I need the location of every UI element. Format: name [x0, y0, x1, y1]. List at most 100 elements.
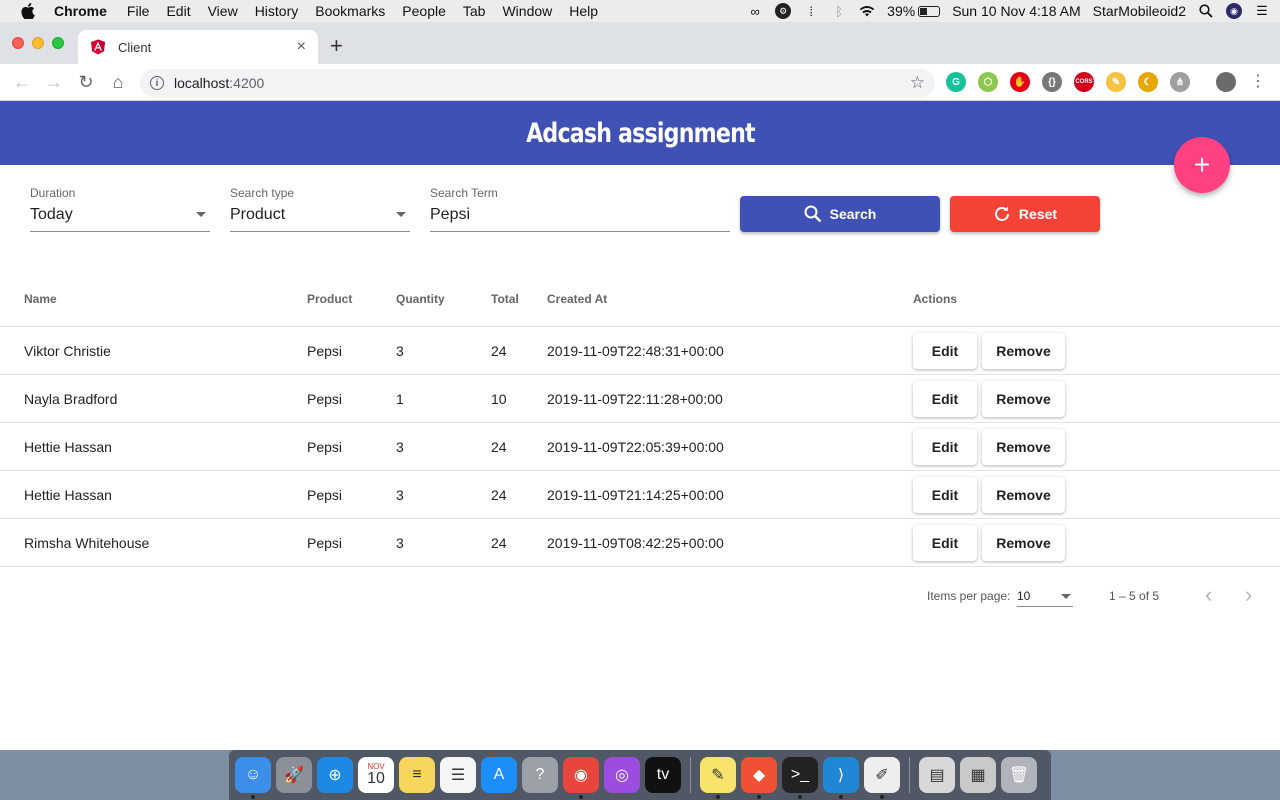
search-button[interactable]: Search: [740, 196, 940, 232]
grammarly-extension-icon[interactable]: G: [946, 72, 966, 92]
search-term-input[interactable]: Search Term Pepsi: [430, 185, 730, 232]
grid-status-icon[interactable]: ⁞: [803, 3, 819, 19]
bookmark-star-icon[interactable]: ☆: [910, 73, 925, 93]
cell-quantity: 1: [396, 391, 404, 407]
menu-app-name[interactable]: Chrome: [54, 3, 107, 19]
close-tab-icon[interactable]: ×: [297, 38, 306, 56]
menu-help[interactable]: Help: [569, 3, 598, 19]
launchpad-dock-icon[interactable]: 🚀: [276, 757, 312, 793]
remove-button[interactable]: Remove: [982, 333, 1065, 369]
calendar-dock-icon[interactable]: NOV 10: [358, 757, 394, 793]
notes-dock-icon[interactable]: ≡: [399, 757, 435, 793]
menu-bookmarks[interactable]: Bookmarks: [315, 3, 385, 19]
table-row: Nayla Bradford Pepsi 1 10 2019-11-09T22:11:2…: [0, 375, 1280, 423]
adblock-extension-icon[interactable]: ✋: [1010, 72, 1030, 92]
new-tab-button[interactable]: +: [330, 35, 343, 57]
siri-icon[interactable]: ◉: [1226, 3, 1242, 19]
menu-view[interactable]: View: [208, 3, 238, 19]
dock-separator: [690, 757, 691, 793]
finder-dock-icon[interactable]: ☺: [235, 757, 271, 799]
remove-button[interactable]: Remove: [982, 477, 1065, 513]
running-indicator: [757, 795, 761, 799]
downloads-dock-icon[interactable]: ▦: [960, 757, 996, 793]
search-term-value[interactable]: Pepsi: [430, 206, 730, 224]
menu-file[interactable]: File: [127, 3, 150, 19]
menu-user-name[interactable]: StarMobileoid2: [1093, 3, 1186, 19]
menu-tab[interactable]: Tab: [463, 3, 486, 19]
menu-clock[interactable]: Sun 10 Nov 4:18 AM: [952, 3, 1080, 19]
vscode-dock-icon[interactable]: ⟩: [823, 757, 859, 799]
documents-dock-icon[interactable]: ▤: [919, 757, 955, 793]
bluetooth-icon[interactable]: ᛒ: [831, 3, 847, 19]
items-per-page-dropdown-arrow-icon: [1061, 594, 1071, 599]
macos-dock: ☺ 🚀 ⊕ NOV 10 ≡ ☰ A? ◉ ◎ tv ✎ ◆ >_ ⟩ ✐ ▤ ▦ 🗑: [229, 750, 1051, 800]
menu-window[interactable]: Window: [502, 3, 552, 19]
cell-name: Rimsha Whitehouse: [24, 535, 150, 551]
previous-page-chevron-icon[interactable]: ‹: [1205, 583, 1212, 607]
status-icon[interactable]: ⚙: [775, 3, 792, 19]
menu-history[interactable]: History: [255, 3, 299, 19]
menu-people[interactable]: People: [402, 3, 446, 19]
trash-dock-icon[interactable]: 🗑: [1001, 757, 1037, 793]
git-dock-icon[interactable]: ◆: [741, 757, 777, 799]
spotlight-search-icon[interactable]: [1198, 3, 1214, 19]
podcasts-dock-icon[interactable]: ◎: [604, 757, 640, 793]
close-window-button[interactable]: [12, 37, 24, 49]
app-store-dock-icon[interactable]: A: [481, 757, 517, 793]
zoom-window-button[interactable]: [52, 37, 64, 49]
textedit-dock-icon[interactable]: ✐: [864, 757, 900, 799]
duration-dropdown-arrow-icon: [196, 212, 206, 217]
cell-name: Hettie Hassan: [24, 487, 112, 503]
tree-extension-icon[interactable]: ⋔: [1170, 72, 1190, 92]
duration-select[interactable]: Duration Today: [30, 185, 210, 232]
node-extension-icon[interactable]: ⬡: [978, 72, 998, 92]
sticky-note-extension-icon[interactable]: ✎: [1106, 72, 1126, 92]
home-icon[interactable]: ⌂: [108, 72, 128, 92]
cors-extension-icon[interactable]: CORS: [1074, 72, 1094, 92]
json-extension-icon[interactable]: {}: [1042, 72, 1062, 92]
items-per-page-select[interactable]: 10: [1017, 583, 1073, 607]
forward-arrow-icon[interactable]: →: [44, 72, 64, 92]
search-type-select[interactable]: Search type Product: [230, 185, 410, 232]
notification-center-icon[interactable]: ☰: [1254, 3, 1270, 19]
creative-cloud-icon[interactable]: ∞: [747, 3, 763, 19]
apple-menu-icon[interactable]: [20, 3, 36, 19]
reminders-dock-icon[interactable]: ☰: [440, 757, 476, 793]
site-info-icon[interactable]: i: [150, 76, 164, 90]
minimize-window-button[interactable]: [32, 37, 44, 49]
safari-dock-icon[interactable]: ⊕: [317, 757, 353, 793]
battery-indicator[interactable]: 39%: [887, 3, 941, 19]
moon-extension-icon[interactable]: ☾: [1138, 72, 1158, 92]
reset-button[interactable]: Reset: [950, 196, 1100, 232]
cell-total: 24: [491, 439, 507, 455]
back-arrow-icon[interactable]: ←: [12, 72, 32, 92]
app-title: Adcash assignment: [525, 117, 756, 149]
profile-avatar[interactable]: [1216, 72, 1236, 92]
running-indicator: [880, 795, 884, 799]
chrome-dock-icon[interactable]: ◉: [563, 757, 599, 799]
help-dock-icon[interactable]: ?: [522, 757, 558, 793]
reload-icon[interactable]: ↻: [76, 72, 96, 92]
edit-button[interactable]: Edit: [913, 333, 977, 369]
window-controls: [12, 37, 64, 49]
remove-button[interactable]: Remove: [982, 381, 1065, 417]
edit-button[interactable]: Edit: [913, 477, 977, 513]
edit-button[interactable]: Edit: [913, 429, 977, 465]
apple-tv-dock-icon[interactable]: tv: [645, 757, 681, 793]
chrome-menu-icon[interactable]: ⋮: [1250, 73, 1266, 91]
cell-created-at: 2019-11-09T22:05:39+00:00: [547, 439, 724, 455]
search-type-dropdown-arrow-icon: [396, 212, 406, 217]
wifi-icon[interactable]: [859, 3, 875, 19]
address-bar[interactable]: i localhost:4200 ☆: [140, 69, 935, 97]
menu-edit[interactable]: Edit: [166, 3, 190, 19]
items-per-page-label: Items per page:: [927, 589, 1011, 603]
edit-button[interactable]: Edit: [913, 525, 977, 561]
remove-button[interactable]: Remove: [982, 429, 1065, 465]
table-row: Hettie Hassan Pepsi 3 24 2019-11-09T21:14:25…: [0, 471, 1280, 519]
edit-button[interactable]: Edit: [913, 381, 977, 417]
stickies-dock-icon[interactable]: ✎: [700, 757, 736, 799]
next-page-chevron-icon[interactable]: ›: [1245, 583, 1252, 607]
terminal-dock-icon[interactable]: >_: [782, 757, 818, 799]
remove-button[interactable]: Remove: [982, 525, 1065, 561]
browser-tab-client[interactable]: Client ×: [78, 30, 318, 64]
